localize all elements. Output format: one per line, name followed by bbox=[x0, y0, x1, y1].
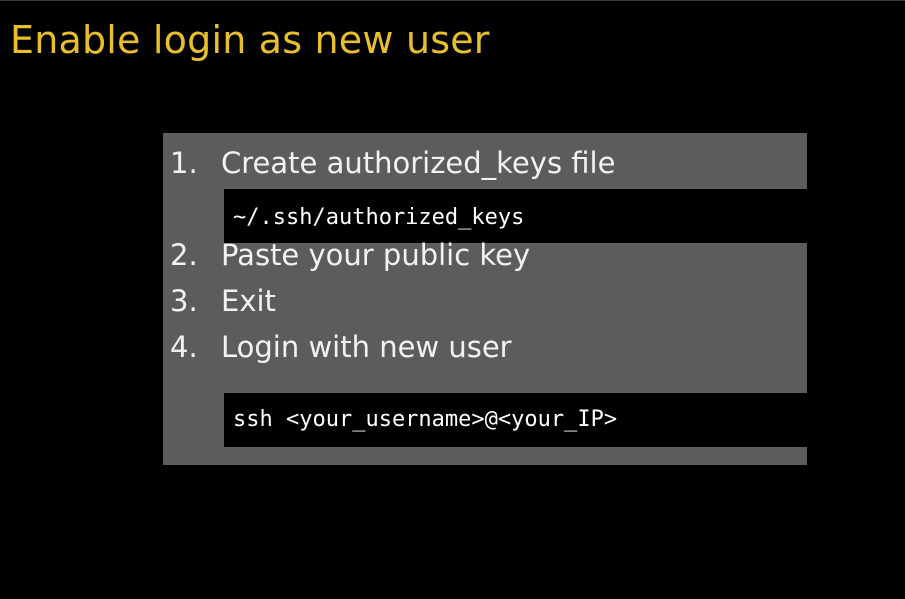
slide: Enable login as new user 1. Create autho… bbox=[0, 0, 905, 599]
steps-panel: 1. Create authorized_keys file ~/.ssh/au… bbox=[163, 133, 807, 465]
code-block-ssh-command: ssh <your_username>@<your_IP> bbox=[224, 393, 807, 447]
slide-title: Enable login as new user bbox=[10, 18, 490, 62]
step-number: 4. bbox=[170, 330, 198, 364]
step-number: 1. bbox=[170, 146, 198, 180]
step-text: Create authorized_keys file bbox=[221, 146, 616, 180]
step-text: Exit bbox=[221, 284, 276, 318]
step-number: 3. bbox=[170, 284, 198, 318]
step-number: 2. bbox=[170, 238, 198, 272]
step-text: Login with new user bbox=[221, 330, 512, 364]
step-text: Paste your public key bbox=[221, 238, 531, 272]
